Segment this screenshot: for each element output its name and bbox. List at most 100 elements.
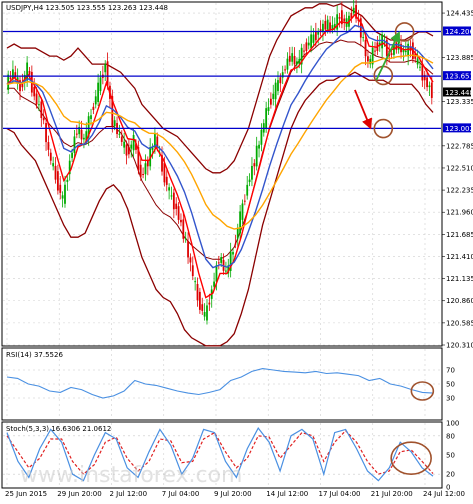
candle-body [165,176,168,185]
candle-body [113,120,116,127]
chart-header: USDJPY,H4 123.505 123.555 123.263 123.44… [6,4,168,12]
candle-body [428,85,431,88]
candle-body [75,133,78,135]
level-tag-label: 124.206 [445,28,473,36]
rsi-tick-label: 30 [446,395,455,403]
candle-body [246,184,249,196]
x-tick-label: 7 Jul 04:00 [162,490,200,498]
candle-body [225,270,227,272]
candle-body [430,82,433,98]
candle-body [97,82,100,102]
price-tag-label: 123.448 [445,89,473,97]
y-tick-label: 121.960 [446,209,473,217]
candle-body [187,241,189,258]
rsi-tick-label: 50 [446,381,455,389]
candle-body [234,243,237,245]
candle-body [125,144,128,156]
candle-body [213,281,215,287]
candle-body [208,302,211,305]
candle-body [317,31,320,35]
candle-body [196,283,199,301]
candle-body [42,118,45,121]
candle-body [59,184,62,193]
candle-body [260,129,263,145]
candle-body [94,96,97,105]
x-tick-label: 24 Jul 12:00 [423,490,465,498]
level-tag-label: 123.651 [445,73,473,81]
stoch-tick-label: 50 [446,452,455,460]
candle-body [172,192,175,210]
candle-body [395,42,398,50]
y-tick-label: 122.785 [446,142,473,150]
candle-body [92,106,95,111]
candle-body [338,17,341,19]
candle-body [215,265,218,282]
rsi-plot: 70 50 30 [3,367,455,403]
candle-body [367,56,369,62]
stoch-tick-label: 100 [446,420,459,428]
candle-body [71,152,73,158]
candle-body [47,142,50,150]
candle-body [35,93,38,105]
candle-body [265,108,268,129]
candle-body [269,98,272,105]
ema-slow [6,54,434,230]
candle-body [123,141,126,148]
candle-body [142,174,144,175]
candle-body [217,262,220,264]
candle-body [312,34,315,43]
candle-body [326,19,329,30]
candle-body [364,39,367,57]
candle-body [52,163,55,167]
candle-body [163,163,166,183]
candle-body [236,227,239,239]
candle-body [426,77,428,88]
candle-body [293,55,296,65]
candle-body [45,123,47,143]
candle-body [201,304,204,311]
candle-body [243,200,246,202]
candle-body [104,64,107,73]
candle-body [33,86,36,97]
candle-body [191,265,194,277]
rsi-tick-label: 70 [446,367,455,375]
candle-body [307,42,310,46]
candle-body [251,165,253,180]
candle-body [390,53,393,55]
candle-body [130,144,133,149]
y-tick-label: 120.310 [446,342,473,350]
bollinger-lower [6,71,434,347]
candles [7,0,433,325]
candle-body [255,145,258,167]
bollinger-bands [6,3,434,347]
resistance-test-circle [373,65,394,86]
x-tick-label: 29 Jun 20:00 [57,490,101,498]
candle-body [194,281,197,283]
candle-body [168,187,171,191]
candle-body [258,144,260,149]
bollinger-upper [6,3,434,174]
candle-body [73,136,76,153]
candle-body [416,58,419,65]
candle-body [144,163,147,175]
candle-body [170,195,173,197]
candle-body [203,312,206,317]
rsi-line [6,368,434,399]
y-tick-label: 121.685 [446,231,473,239]
candle-body [381,34,384,49]
bollinger-middle [7,39,434,260]
chart-window: 70 50 30 100 80 50 20 0 124.435 124.206 123.885 1… [0,0,473,500]
candle-body [288,55,291,62]
candle-body [291,53,294,62]
y-tick-label: 122.235 [446,187,473,195]
y-tick-label: 123.335 [446,98,473,106]
candle-body [274,82,277,100]
y-tick-label: 122.510 [446,164,473,172]
x-tick-label: 14 Jul 12:00 [266,490,308,498]
rsi-title: RSI(14) 37.5526 [6,351,63,359]
candle-body [38,104,40,106]
candle-body [66,179,69,182]
candle-body [277,80,279,92]
candle-body [189,257,192,263]
candle-body [419,66,421,68]
